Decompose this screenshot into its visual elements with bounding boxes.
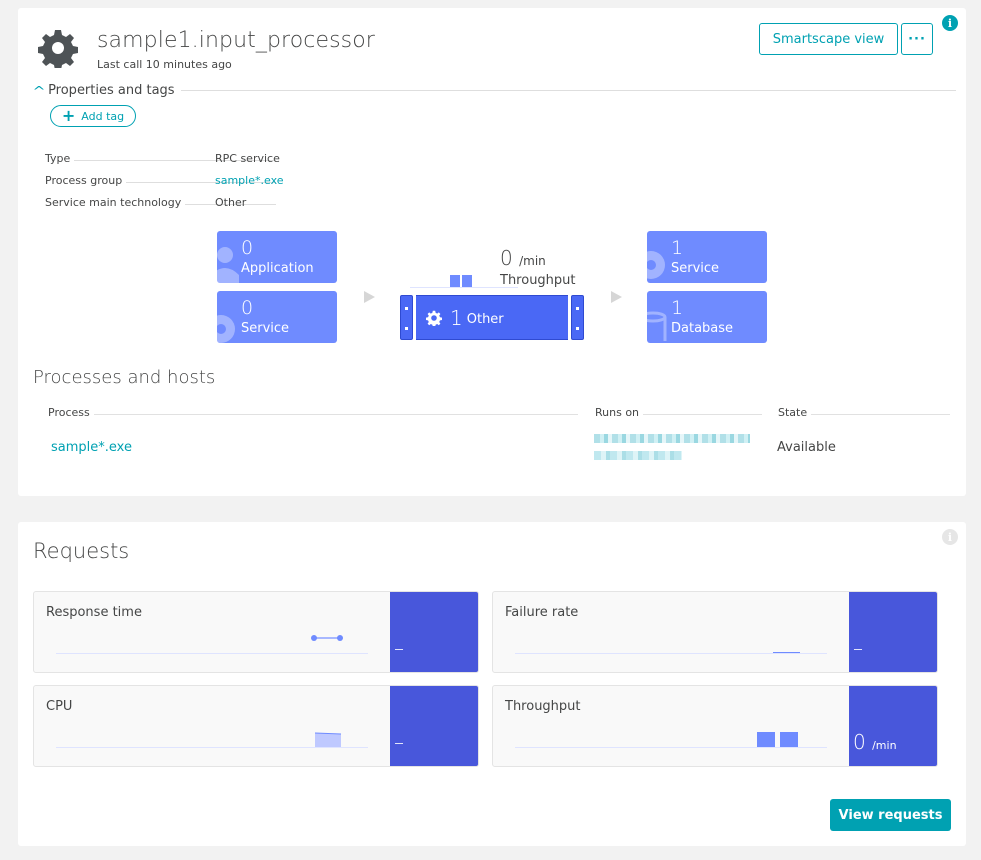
add-tag-label: Add tag — [81, 109, 125, 123]
metric-value-panel: – — [390, 686, 478, 766]
processes-heading: Processes and hosts — [33, 367, 216, 388]
user-icon — [217, 247, 239, 283]
metric-title: CPU — [46, 699, 73, 714]
property-value: RPC service — [215, 151, 280, 165]
sparkline-baseline — [515, 653, 827, 654]
property-key: Type — [45, 151, 71, 165]
properties-label: Properties and tags — [48, 83, 175, 98]
properties-toggle[interactable]: ^ Properties and tags — [32, 83, 956, 98]
gear-icon — [426, 310, 442, 326]
response-time-sparkline — [311, 635, 343, 641]
tile-count: 1 — [671, 297, 684, 319]
process-link[interactable]: sample*.exe — [51, 440, 132, 455]
metric-response-time[interactable]: Response time – — [33, 591, 479, 673]
requests-card: Requests i Response time – Failure rate … — [18, 522, 966, 846]
metric-value: – — [394, 730, 404, 754]
info-icon[interactable]: i — [942, 529, 958, 545]
column-header-process: Process — [48, 404, 578, 420]
info-icon[interactable]: i — [942, 15, 958, 31]
failure-rate-sparkline — [773, 652, 800, 653]
callee-services-tile[interactable]: 1 Service — [647, 231, 767, 283]
tile-count: 0 — [241, 297, 254, 319]
process-state: Available — [777, 440, 836, 455]
sparkline-baseline — [56, 653, 368, 654]
tile-label: Service — [671, 261, 720, 276]
metric-title: Throughput — [505, 699, 581, 714]
throughput-number: 0 — [500, 246, 513, 270]
tile-count: 0 — [241, 237, 254, 259]
metric-title: Response time — [46, 605, 142, 620]
service-node-body: 1 Other — [416, 295, 568, 340]
right-handle — [571, 295, 584, 340]
metric-value-panel: 0 /min — [849, 686, 937, 766]
sparkline-bar — [462, 275, 472, 287]
metric-value: – — [394, 636, 404, 660]
tile-count: 1 — [671, 237, 684, 259]
arrow-right-icon — [364, 291, 375, 303]
column-label: Process — [48, 405, 90, 419]
current-service-node[interactable]: 1 Other — [400, 295, 584, 340]
node-count: 1 — [450, 305, 463, 330]
metric-value: – — [853, 636, 863, 660]
requests-heading: Requests — [33, 539, 130, 563]
view-requests-button[interactable]: View requests — [830, 799, 951, 831]
property-key: Process group — [45, 173, 123, 187]
property-row-process-group: Process group sample*.exe — [45, 172, 284, 188]
more-options-button[interactable]: ··· — [901, 23, 933, 55]
add-tag-button[interactable]: + Add tag — [50, 105, 136, 127]
column-label: Runs on — [595, 405, 640, 419]
tile-label: Service — [241, 321, 290, 336]
metric-title: Failure rate — [505, 605, 579, 620]
process-group-link[interactable]: sample*.exe — [215, 174, 284, 187]
property-row-technology: Service main technology Other — [45, 194, 280, 210]
tile-label: Application — [241, 261, 314, 276]
callee-databases-tile[interactable]: 1 Database — [647, 291, 767, 343]
last-call-text: Last call 10 minutes ago — [97, 58, 232, 71]
caller-applications-tile[interactable]: 0 Application — [217, 231, 337, 283]
property-key: Service main technology — [45, 195, 182, 209]
column-header-runs-on: Runs on — [595, 404, 762, 420]
database-icon — [647, 311, 667, 341]
sparkline-bar — [450, 275, 460, 287]
cpu-sparkline — [315, 732, 342, 747]
metric-value: 0 /min — [853, 730, 897, 754]
property-value: Other — [215, 195, 247, 209]
smartscape-view-button[interactable]: Smartscape view — [759, 23, 898, 55]
column-label: State — [778, 405, 808, 419]
left-handle — [400, 295, 413, 340]
sparkline-point — [311, 635, 317, 641]
gear-icon — [38, 30, 78, 68]
sparkline-bar — [780, 732, 798, 747]
gear-icon — [217, 315, 235, 343]
metric-throughput[interactable]: Throughput 0 /min — [492, 685, 938, 767]
sparkline-point — [337, 635, 343, 641]
throughput-unit: /min — [519, 254, 546, 268]
throughput-label: Throughput — [500, 273, 576, 288]
plus-icon: + — [61, 106, 76, 125]
column-header-state: State — [778, 404, 950, 420]
sparkline-bar — [757, 732, 775, 747]
throughput-value: 0 /min — [500, 246, 546, 270]
sparkline-baseline — [515, 747, 827, 748]
metric-failure-rate[interactable]: Failure rate – — [492, 591, 938, 673]
divider — [180, 90, 956, 91]
service-overview-card: sample1.input_processor Last call 10 min… — [18, 8, 966, 496]
metric-cpu[interactable]: CPU – — [33, 685, 479, 767]
caller-services-tile[interactable]: 0 Service — [217, 291, 337, 343]
host-link-redacted[interactable] — [594, 434, 754, 468]
metric-value-panel: – — [849, 592, 937, 672]
chevron-up-icon: ^ — [32, 83, 46, 98]
page-title: sample1.input_processor — [97, 28, 375, 53]
arrow-right-icon — [611, 291, 622, 303]
node-label: Other — [466, 311, 504, 327]
metric-value-panel: – — [390, 592, 478, 672]
gear-icon — [647, 251, 665, 279]
property-row-type: Type RPC service — [45, 150, 280, 166]
tile-label: Database — [671, 321, 734, 336]
